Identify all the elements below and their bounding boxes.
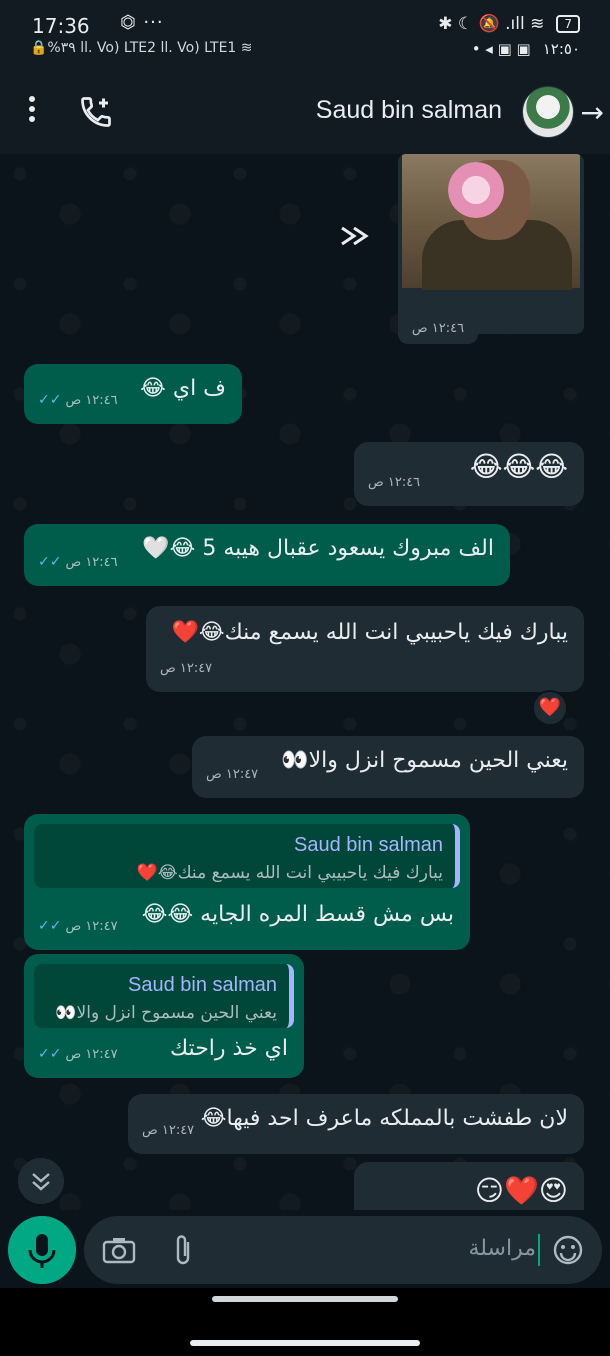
message-time: ١٢:٤٦ ص xyxy=(368,475,421,490)
read-ticks-icon: ✓✓ xyxy=(38,918,62,934)
attach-icon[interactable] xyxy=(172,1232,196,1268)
message-text: 😍❤️😏 xyxy=(474,1174,568,1207)
message-bubble-out[interactable]: Saud bin salman يبارك فيك ياحبيبي انت ال… xyxy=(24,814,470,950)
status-time: 17:36 xyxy=(32,14,90,38)
message-bubble-in[interactable]: يبارك فيك ياحبيبي انت الله يسمع منك😂❤️ ١… xyxy=(146,606,584,692)
photo-thumbnail[interactable] xyxy=(402,154,580,290)
message-bubble-in[interactable]: 😂😂😂 ١٢:٤٦ ص xyxy=(354,442,584,506)
message-placeholder: مراسلة xyxy=(468,1236,536,1261)
gesture-bar[interactable] xyxy=(190,1340,420,1346)
quote-author: Saud bin salman xyxy=(294,834,443,856)
message-time: ١٢:٤٧ ص xyxy=(65,1047,118,1062)
camera-icon[interactable] xyxy=(102,1236,136,1264)
reaction-badge[interactable]: ❤️ xyxy=(532,690,568,726)
read-ticks-icon: ✓✓ xyxy=(38,554,62,570)
status-right-top: ✱ ☾ 🔕 .ıll ≋ 7 xyxy=(438,14,580,34)
message-text: يبارك فيك ياحبيبي انت الله يسمع منك😂❤️ xyxy=(171,620,568,645)
message-time: ١٢:٤٧ ص xyxy=(142,1123,195,1138)
quoted-message[interactable]: Saud bin salman يعني الحين مسموح انزل وا… xyxy=(34,964,294,1028)
home-indicator[interactable] xyxy=(212,1296,398,1302)
message-bubble-in[interactable]: لان طفشت بالمملكه ماعرف احد فيها😂 ١٢:٤٧ … xyxy=(128,1094,584,1154)
quote-text: يبارك فيك ياحبيبي انت الله يسمع منك😂❤️ xyxy=(136,863,443,883)
contact-name[interactable]: Saud bin salman xyxy=(316,96,502,125)
status-bar: 17:36 ⏣ ··· 🔒%٣٩ ⅼl. Vo) LTE2 ⅼl. Vo) LT… xyxy=(0,0,610,70)
message-text: ف اي 😂 xyxy=(140,376,226,401)
battery-icon: 7 xyxy=(556,15,580,33)
photo-flower xyxy=(448,162,504,218)
message-list[interactable]: ١٢:٤٦ ص ف اي 😂 ١٢:٤٦ ص✓✓ 😂😂😂 ١٢:٤٦ ص الف… xyxy=(0,154,610,1210)
quote-author: Saud bin salman xyxy=(128,974,277,996)
status-line2: 🔒%٣٩ ⅼl. Vo) LTE2 ⅼl. Vo) LTE1 ≋ xyxy=(30,40,253,56)
message-bubble-out[interactable]: ف اي 😂 ١٢:٤٦ ص✓✓ xyxy=(24,364,242,424)
more-vert-icon[interactable] xyxy=(22,92,42,132)
message-text: يعني الحين مسموح انزل والا👀 xyxy=(281,748,568,773)
forward-icon[interactable] xyxy=(336,218,380,254)
back-arrow-icon[interactable]: → xyxy=(581,96,604,129)
message-bubble-out[interactable]: الف مبروك يسعود عقبال هيبه 5 😂🤍 ١٢:٤٦ ص✓… xyxy=(24,524,510,586)
avatar[interactable] xyxy=(522,86,574,138)
text-caret xyxy=(538,1234,540,1266)
status-extra: ⏣ ··· xyxy=(120,12,164,33)
notification-icons: • ◂ ▣ ▣ xyxy=(471,40,531,58)
add-call-icon[interactable] xyxy=(78,94,114,130)
message-time: ١٢:٤٦ ص xyxy=(65,555,118,570)
status-icons: ✱ ☾ 🔕 .ıll ≋ xyxy=(438,14,545,34)
scroll-down-icon[interactable] xyxy=(18,1158,64,1204)
media-message[interactable] xyxy=(398,154,584,334)
system-nav-bar xyxy=(0,1288,610,1356)
message-text: اي خذ راحتك xyxy=(170,1036,288,1061)
message-time: ١٢:٤٧ ص xyxy=(160,661,213,676)
message-time: ١٢:٤٧ ص xyxy=(65,919,118,934)
message-text: الف مبروك يسعود عقبال هيبه 5 😂🤍 xyxy=(142,536,494,561)
read-ticks-icon: ✓✓ xyxy=(38,392,62,408)
message-text: 😂😂😂 xyxy=(469,450,568,483)
message-bubble-out[interactable]: Saud bin salman يعني الحين مسموح انزل وا… xyxy=(24,954,304,1078)
quote-text: يعني الحين مسموح انزل والا👀 xyxy=(55,1003,277,1023)
message-meta: ١٢:٤٧ ص✓✓ xyxy=(38,1039,118,1070)
message-text: بس مش قسط المره الجايه 😂😂 xyxy=(141,902,454,927)
message-bubble-in[interactable]: يعني الحين مسموح انزل والا👀 ١٢:٤٧ ص xyxy=(192,736,584,798)
message-input[interactable]: مراسلة xyxy=(84,1216,602,1284)
message-meta: ١٢:٤٦ ص✓✓ xyxy=(38,547,118,578)
message-meta: ١٢:٤٧ ص✓✓ xyxy=(38,911,118,942)
mic-icon[interactable] xyxy=(8,1216,76,1284)
message-bubble-in[interactable]: 😍❤️😏 xyxy=(354,1162,584,1210)
message-time: ١٢:٤٦ ص xyxy=(65,393,118,408)
message-time: ١٢:٤٧ ص xyxy=(206,767,259,782)
status-right-bottom: • ◂ ▣ ▣ ١٢:٥٠ xyxy=(472,40,580,58)
message-text: لان طفشت بالمملكه ماعرف احد فيها😂 xyxy=(200,1106,568,1131)
chat-header: Saud bin salman → xyxy=(0,70,610,154)
message-time: ١٢:٤٦ ص xyxy=(398,314,478,344)
emoji-icon[interactable] xyxy=(552,1234,584,1266)
read-ticks-icon: ✓✓ xyxy=(38,1046,62,1062)
message-meta: ١٢:٤٦ ص✓✓ xyxy=(38,385,118,416)
compose-bar: مراسلة xyxy=(0,1210,610,1288)
status-time-arabic: ١٢:٥٠ xyxy=(542,40,580,58)
quoted-message[interactable]: Saud bin salman يبارك فيك ياحبيبي انت ال… xyxy=(34,824,460,888)
